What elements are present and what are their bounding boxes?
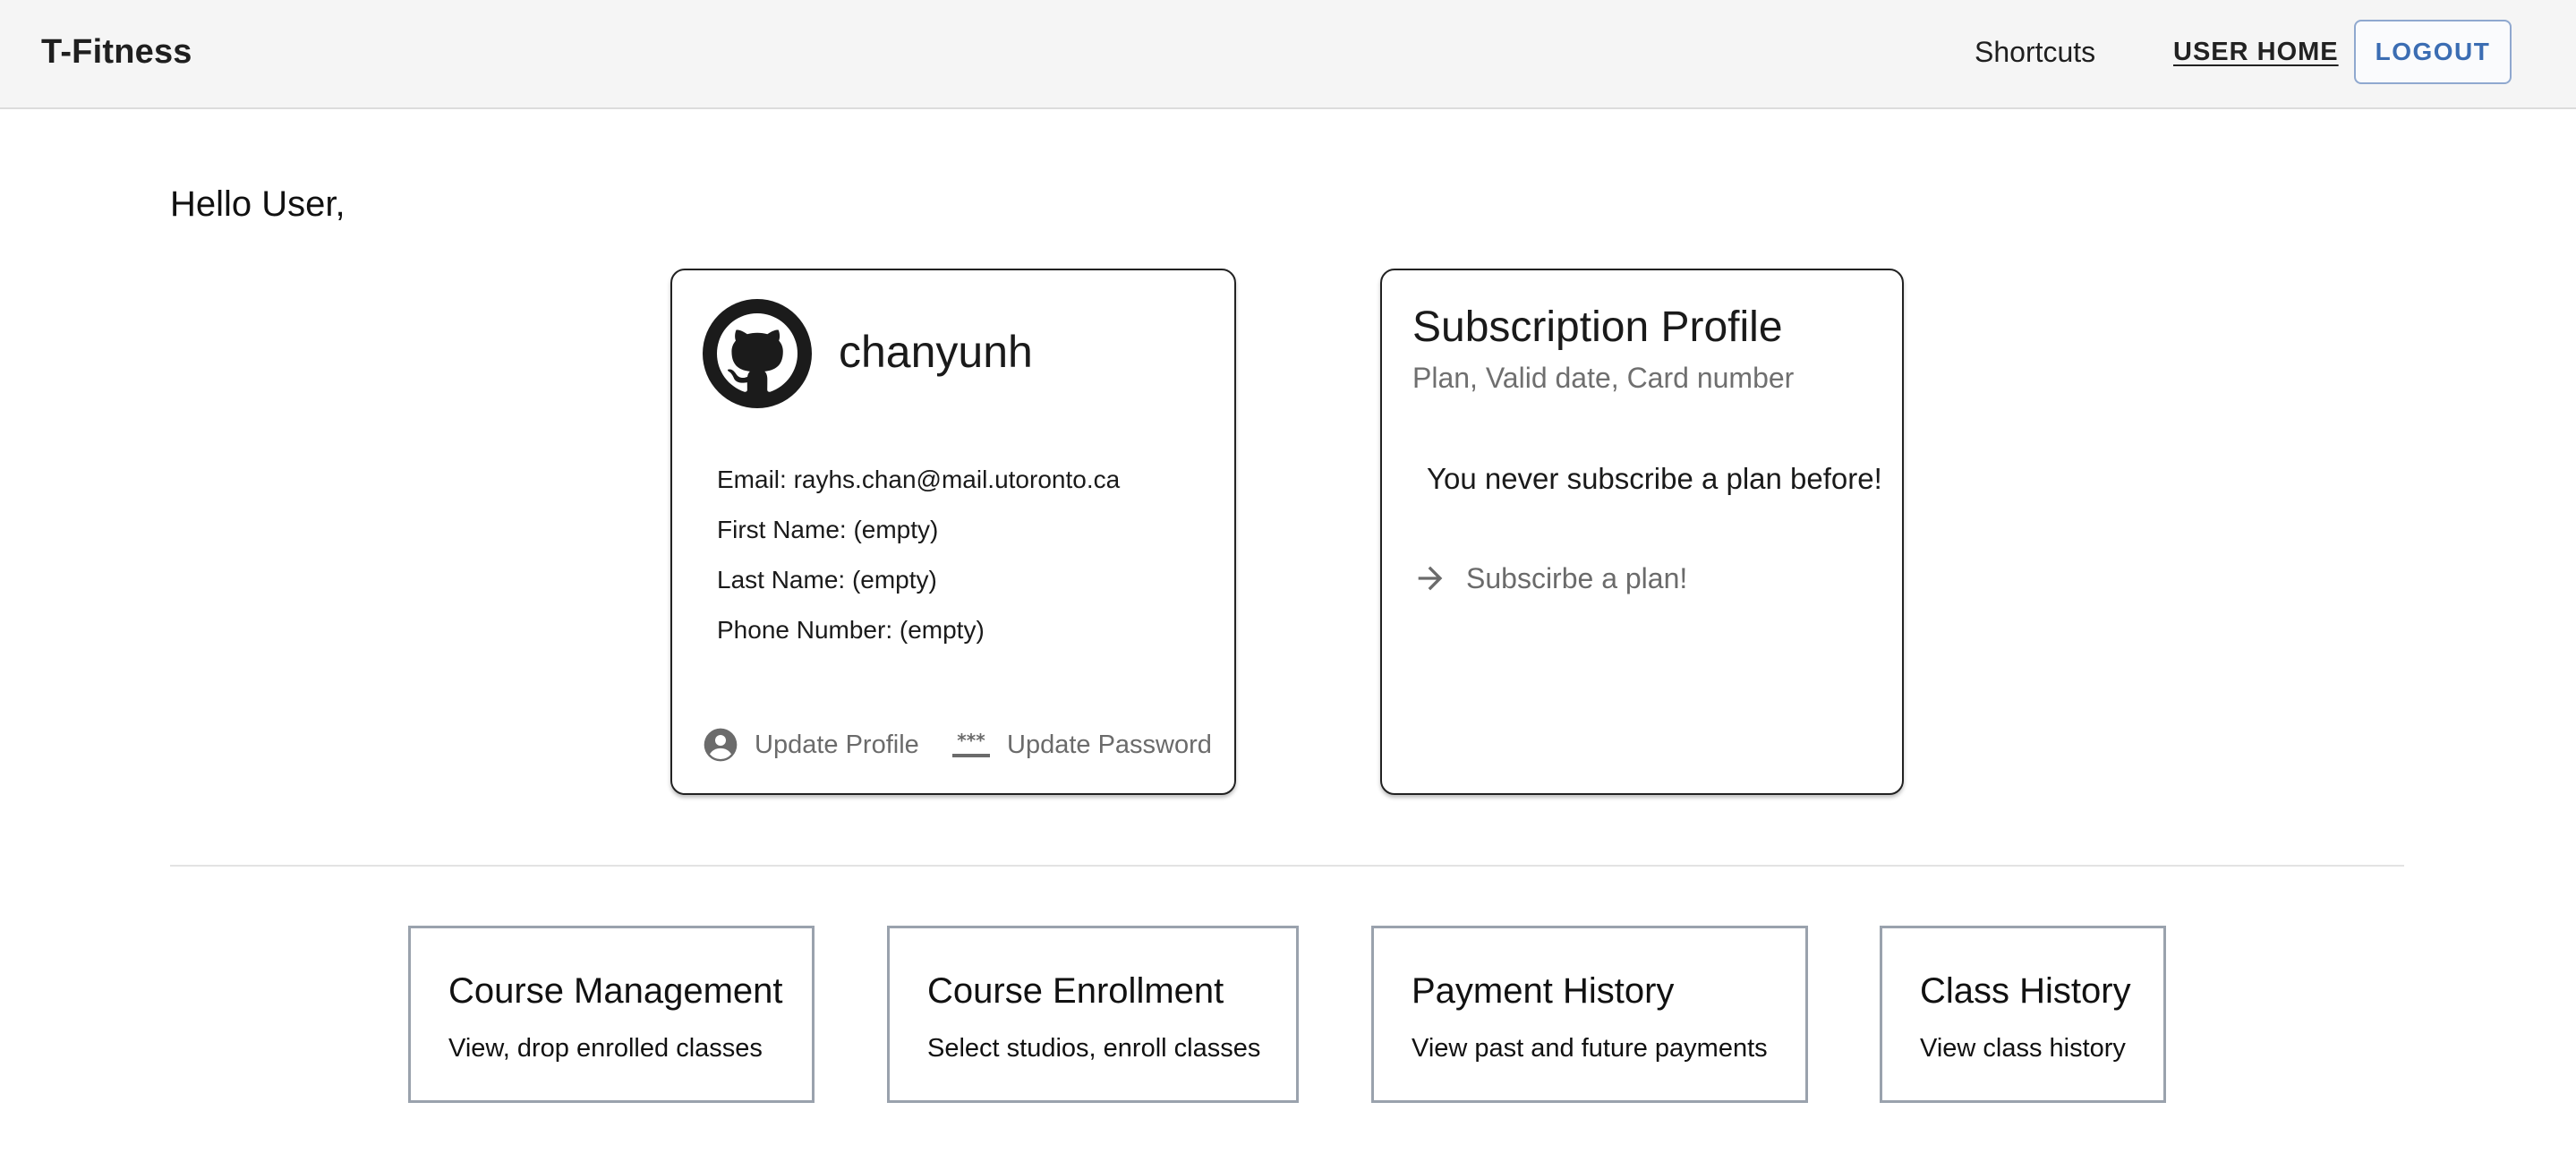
logout-button[interactable]: LOGOUT [2354,20,2512,84]
nav-shortcuts-link[interactable]: Shortcuts [1975,0,2095,109]
brand-logo[interactable]: T-Fitness [41,0,192,109]
password-icon: *** [951,727,991,763]
tile-description: View past and future payments [1412,1034,1768,1063]
tile-course-enrollment[interactable]: Course Enrollment Select studios, enroll… [887,926,1299,1103]
section-divider [170,865,2404,867]
tile-description: Select studios, enroll classes [927,1034,1261,1063]
app-bar: T-Fitness Shortcuts USER HOME LOGOUT [0,0,2576,109]
greeting-text: Hello User, [170,184,345,224]
update-profile-button[interactable]: Update Profile [703,723,919,766]
profile-card: chanyunh Email: rayhs.chan@mail.utoronto… [670,269,1236,795]
account-circle-icon [703,727,738,763]
nav-user-home-link[interactable]: USER HOME [2173,0,2339,109]
tile-title: Payment History [1412,971,1675,1011]
svg-text:***: *** [957,730,985,751]
tile-description: View, drop enrolled classes [448,1034,763,1063]
profile-phone: Phone Number: (empty) [717,616,985,644]
arrow-right-icon [1412,560,1448,596]
subscription-subtitle: Plan, Valid date, Card number [1412,362,1795,394]
tile-title: Course Enrollment [927,971,1224,1011]
update-password-button[interactable]: *** Update Password [951,723,1212,766]
subscribe-plan-label: Subscirbe a plan! [1466,561,1688,594]
tile-payment-history[interactable]: Payment History View past and future pay… [1371,926,1808,1103]
github-icon [703,299,812,408]
subscribe-plan-link[interactable]: Subscirbe a plan! [1412,557,1687,600]
subscription-title: Subscription Profile [1412,303,1783,351]
profile-first-name: First Name: (empty) [717,516,939,543]
tile-course-management[interactable]: Course Management View, drop enrolled cl… [408,926,815,1103]
update-password-label: Update Password [1007,730,1212,759]
tile-class-history[interactable]: Class History View class history [1880,926,2166,1103]
tile-description: View class history [1920,1034,2126,1063]
subscription-card: Subscription Profile Plan, Valid date, C… [1380,269,1904,795]
tile-title: Class History [1920,971,2131,1011]
profile-email: Email: rayhs.chan@mail.utoronto.ca [717,466,1121,493]
profile-username: chanyunh [839,327,1033,377]
tile-title: Course Management [448,971,783,1011]
profile-last-name: Last Name: (empty) [717,566,937,594]
subscription-empty-message: You never subscribe a plan before! [1427,462,1882,495]
update-profile-label: Update Profile [755,730,919,759]
